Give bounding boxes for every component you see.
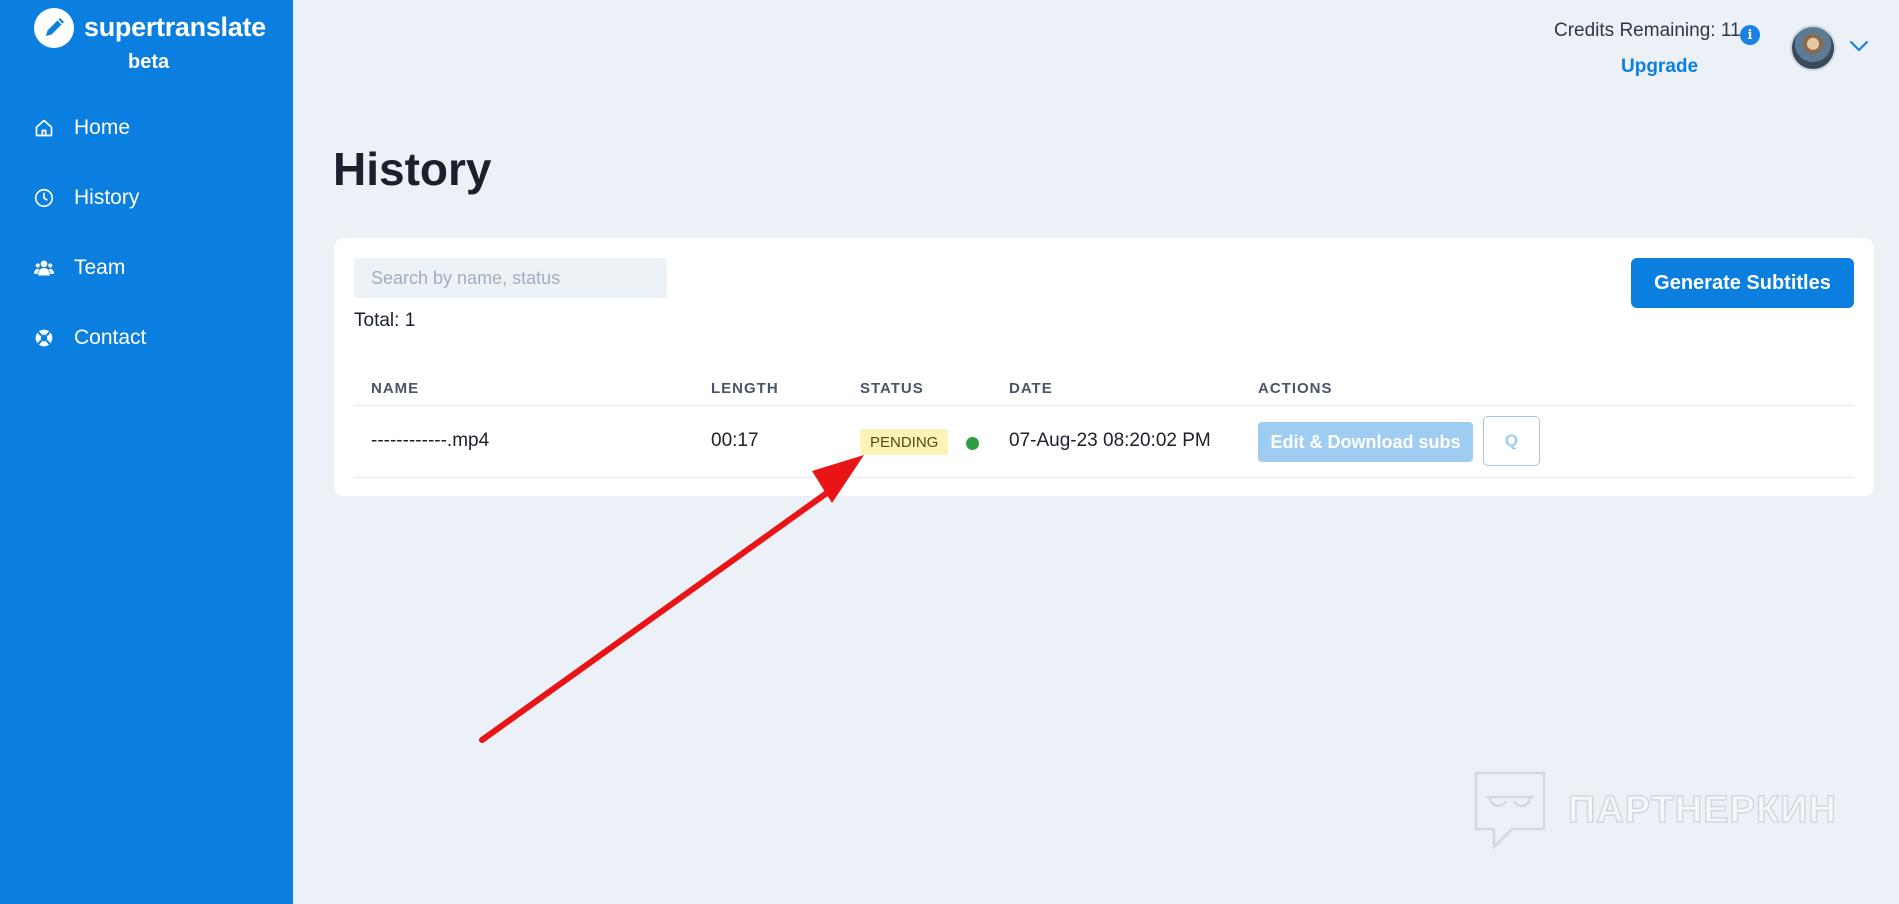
sidebar: supertranslate beta Home History Team Co… bbox=[0, 0, 293, 904]
generate-subtitles-button[interactable]: Generate Subtitles bbox=[1631, 258, 1854, 308]
column-header-length[interactable]: LENGTH bbox=[711, 380, 779, 397]
home-icon bbox=[32, 116, 56, 140]
team-icon bbox=[32, 256, 56, 280]
credits-remaining: Credits Remaining: 11 bbox=[1554, 20, 1741, 41]
sidebar-item-home[interactable]: Home bbox=[32, 108, 272, 148]
lifebuoy-icon bbox=[32, 326, 56, 350]
total-count: Total: 1 bbox=[354, 310, 415, 332]
sidebar-item-label: History bbox=[74, 186, 140, 209]
watermark-text: ПАРТНЕРКИН bbox=[1567, 788, 1837, 832]
total-value: 1 bbox=[404, 310, 416, 331]
column-header-actions: ACTIONS bbox=[1258, 380, 1333, 397]
search-input[interactable] bbox=[354, 258, 667, 298]
clock-icon bbox=[32, 186, 56, 210]
column-header-status[interactable]: STATUS bbox=[860, 380, 924, 397]
history-table: NAME LENGTH STATUS DATE ACTIONS --------… bbox=[354, 370, 1854, 478]
page-title: History bbox=[333, 143, 492, 195]
brand-name: supertranslate bbox=[84, 12, 266, 42]
column-header-date[interactable]: DATE bbox=[1009, 380, 1053, 397]
cell-length: 00:17 bbox=[711, 430, 759, 451]
info-icon[interactable]: i bbox=[1740, 25, 1760, 45]
total-label: Total: bbox=[354, 310, 405, 331]
edit-download-subs-button[interactable]: Edit & Download subs bbox=[1258, 422, 1473, 462]
sidebar-item-label: Team bbox=[74, 256, 126, 279]
avatar[interactable] bbox=[1790, 25, 1836, 71]
sidebar-item-label: Contact bbox=[74, 326, 147, 349]
cell-date: 07-Aug-23 08:20:02 PM bbox=[1009, 430, 1211, 451]
upgrade-link[interactable]: Upgrade bbox=[1621, 56, 1698, 78]
table-row[interactable]: ------------.mp4 00:17 PENDING 07-Aug-23… bbox=[354, 406, 1854, 478]
watermark-logo-icon bbox=[1474, 771, 1546, 851]
chevron-down-icon[interactable] bbox=[1848, 38, 1870, 54]
column-header-name[interactable]: NAME bbox=[371, 380, 419, 397]
sidebar-item-contact[interactable]: Contact bbox=[32, 318, 272, 358]
sidebar-item-team[interactable]: Team bbox=[32, 248, 272, 288]
status-dot-icon bbox=[966, 437, 979, 450]
cell-name: ------------.mp4 bbox=[371, 430, 490, 451]
pencil-logo-icon bbox=[34, 8, 74, 48]
sidebar-item-history[interactable]: History bbox=[32, 178, 272, 218]
table-header: NAME LENGTH STATUS DATE ACTIONS bbox=[354, 370, 1854, 406]
q-button[interactable]: Q bbox=[1483, 416, 1540, 466]
status-badge: PENDING bbox=[860, 429, 949, 455]
brand-beta-tag: beta bbox=[128, 51, 170, 73]
app-root: supertranslate beta Home History Team Co… bbox=[0, 0, 1899, 904]
watermark: ПАРТНЕРКИН bbox=[1472, 770, 1852, 851]
history-card: Total: 1 Generate Subtitles NAME LENGTH … bbox=[334, 238, 1874, 496]
sidebar-item-label: Home bbox=[74, 116, 131, 139]
